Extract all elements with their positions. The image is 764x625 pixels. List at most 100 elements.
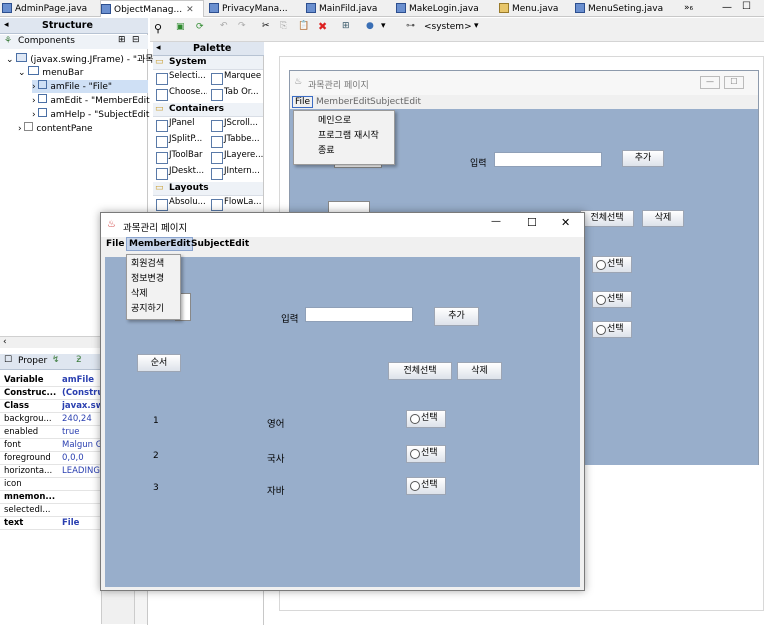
palette-item-jtabbed[interactable]: JTabbe... (210, 134, 264, 149)
collapse-all-icon[interactable]: ⊟ (132, 35, 140, 45)
run-window[interactable]: ♨ 과목관리 페이지 — ☐ ✕ File MemberEdit Subject… (100, 212, 585, 591)
goto-definition-icon[interactable]: ƻ (76, 355, 82, 365)
palette-item-absolute[interactable]: Absolu... (155, 197, 207, 212)
design-delete-button[interactable]: 삭제 (642, 210, 684, 227)
subject-input[interactable] (305, 307, 413, 322)
design-input-field[interactable] (494, 152, 602, 167)
palette-item-selection[interactable]: Selecti... (155, 71, 207, 86)
palette-category-containers[interactable]: ▭ Containers (153, 103, 263, 117)
tree-item-amfile[interactable]: › amFile - "File" (32, 80, 148, 93)
design-select-all-button[interactable]: 전체선택 (580, 210, 634, 227)
copy-icon[interactable]: ⎘ (280, 21, 287, 31)
tree-item-menubar[interactable]: ⌄ menuBar (18, 66, 83, 79)
look-and-feel-selector[interactable]: <system> (424, 22, 472, 32)
property-row[interactable]: Classjavax.swin (0, 400, 102, 413)
menu-item-restart[interactable]: 프로그램 재시작 (294, 129, 394, 144)
palette-category-layouts[interactable]: ▭ Layouts (153, 182, 263, 196)
maximize-view-icon[interactable]: ☐ (742, 1, 751, 12)
palette-item-flow[interactable]: FlowLa... (210, 197, 264, 212)
tab-makelogin[interactable]: MakeLogin.java (396, 0, 491, 17)
minimize-view-icon[interactable]: — (722, 2, 732, 13)
show-events-icon[interactable]: ↯ (52, 355, 60, 365)
tab-order-icon[interactable]: ⊞ (342, 21, 350, 31)
delete-icon[interactable]: ✖ (318, 20, 327, 33)
property-row[interactable]: foreground 0,0,0 (0, 452, 101, 465)
cut-icon[interactable]: ✂ (262, 21, 270, 31)
property-row[interactable]: text File (0, 517, 101, 530)
tree-item-amedit[interactable]: › amEdit - "MemberEdit (32, 94, 150, 107)
palette-item-jtoolbar[interactable]: JToolBar (155, 150, 207, 165)
palette-item-jpanel[interactable]: JPanel (155, 118, 207, 133)
menu-item-announce[interactable]: 공지하기 (127, 302, 180, 317)
palette-collapse-icon[interactable]: ◂ (156, 43, 161, 53)
menu-memberedit[interactable]: MemberEdit (126, 237, 194, 251)
more-tabs-button[interactable]: »₆ (684, 0, 704, 17)
tab-privacymanager[interactable]: PrivacyMana... (209, 0, 299, 17)
subject-radio[interactable]: 선택 (406, 445, 446, 463)
close-button[interactable]: ✕ (561, 216, 570, 229)
subject-radio[interactable]: 선택 (406, 410, 446, 428)
delete-button[interactable]: 삭제 (457, 362, 502, 380)
paste-icon[interactable]: 📋 (298, 21, 309, 31)
design-radio-3[interactable]: 선택 (592, 321, 632, 338)
subject-radio[interactable]: 선택 (406, 477, 446, 495)
property-row[interactable]: enabled true (0, 426, 101, 439)
menu-item-delete[interactable]: 삭제 (127, 287, 180, 302)
palette-item-jlayered[interactable]: JLayere... (210, 150, 264, 165)
add-button[interactable]: 추가 (434, 307, 479, 326)
tree-item-amhelp[interactable]: › amHelp - "SubjectEdit (32, 108, 149, 121)
property-row[interactable]: Construc...(Construc (0, 387, 102, 400)
design-radio-2[interactable]: 선택 (592, 291, 632, 308)
chevron-down-icon[interactable]: ▾ (474, 21, 479, 31)
property-row[interactable]: selectedI... (0, 504, 101, 517)
test-gui-icon[interactable]: ⚲ (154, 22, 162, 35)
property-row[interactable]: mnemon... (0, 491, 101, 504)
tab-objectmanager[interactable]: ObjectManag... ✕ (100, 0, 204, 17)
palette-item-marquee[interactable]: Marquee (210, 71, 264, 86)
property-row[interactable]: font Malgun G (0, 439, 102, 452)
tab-menu[interactable]: Menu.java (499, 0, 569, 17)
menu-item-exit[interactable]: 종료 (294, 144, 394, 159)
undo-icon[interactable]: ↶ (220, 21, 228, 31)
tab-mainfild[interactable]: MainFild.java (306, 0, 391, 17)
tree-item-contentpane[interactable]: › contentPane (18, 122, 93, 135)
design-add-button[interactable]: 추가 (622, 150, 664, 167)
select-all-button[interactable]: 전체선택 (388, 362, 452, 380)
maximize-button[interactable]: ☐ (527, 216, 537, 229)
menu-item-member-search[interactable]: 회원검색 (127, 257, 180, 272)
property-row[interactable]: backgrou... 240,24 (0, 413, 101, 426)
tree-item-jframe[interactable]: ⌄ (javax.swing.JFrame) - "과목 (6, 52, 154, 65)
palette-category-system[interactable]: ▭ System (153, 56, 263, 70)
expand-all-icon[interactable]: ⊞ (118, 35, 126, 45)
menu-icon (38, 94, 48, 103)
minimize-button[interactable]: — (491, 216, 501, 227)
tab-menuseting[interactable]: MenuSeting.java (575, 0, 675, 17)
design-menu-subjectedit[interactable]: SubjectEdit (370, 97, 421, 107)
menu-subjectedit[interactable]: SubjectEdit (191, 239, 249, 249)
tab-adminpage[interactable]: AdminPage.java (2, 0, 97, 17)
design-menu-file[interactable]: File (292, 96, 314, 108)
panel-icon (24, 122, 34, 131)
palette-item-jinternal[interactable]: JIntern... (210, 166, 264, 181)
palette-item-jdesktop[interactable]: JDeskt... (155, 166, 207, 181)
property-row[interactable]: horizonta... LEADING (0, 465, 101, 478)
menu-item-main[interactable]: 메인으로 (294, 114, 394, 129)
menu-file[interactable]: File (106, 239, 124, 249)
design-menu-memberedit[interactable]: MemberEdit (316, 97, 370, 107)
show-code-icon[interactable]: ▣ (176, 22, 185, 32)
property-row[interactable]: icon (0, 478, 101, 491)
order-button[interactable]: 순서 (137, 354, 181, 372)
palette-item-choose[interactable]: Choose... (155, 87, 207, 102)
close-tab-icon[interactable]: ✕ (186, 5, 194, 15)
palette-item-jscroll[interactable]: JScroll... (210, 118, 264, 133)
look-and-feel-icon[interactable]: ● (366, 21, 374, 31)
redo-icon[interactable]: ↷ (238, 21, 246, 31)
structure-collapse-icon[interactable]: ◂ (4, 20, 9, 30)
dropdown-icon[interactable]: ▾ (381, 21, 386, 31)
refresh-icon[interactable]: ⟳ (196, 22, 204, 32)
menu-item-edit-info[interactable]: 정보변경 (127, 272, 180, 287)
palette-item-jsplit[interactable]: JSplitP... (155, 134, 207, 149)
design-radio-1[interactable]: 선택 (592, 256, 632, 273)
property-row[interactable]: Variable amFile (0, 374, 101, 387)
palette-item-taborder[interactable]: Tab Or... (210, 87, 264, 102)
